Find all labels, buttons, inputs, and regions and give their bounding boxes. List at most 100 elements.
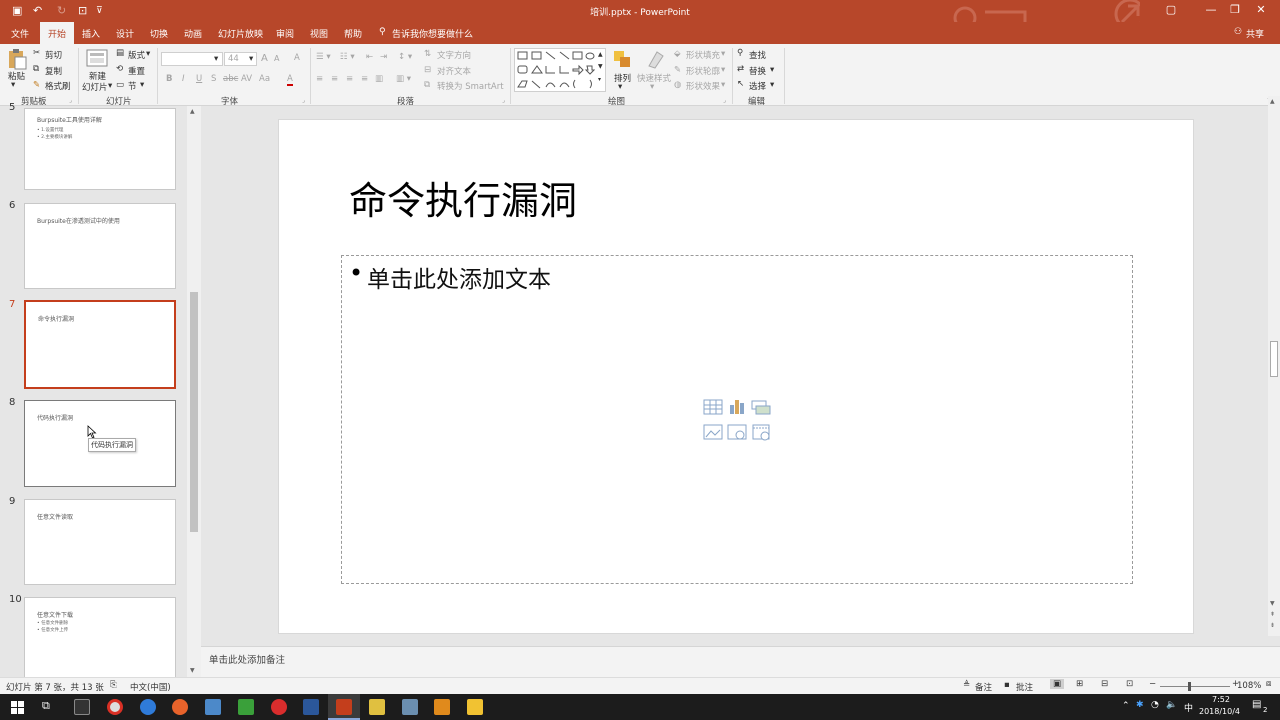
quick-styles-dropdown-icon[interactable]: ▾ — [650, 82, 654, 92]
select-icon[interactable]: ↖ — [737, 79, 744, 89]
shrink-font-icon[interactable]: A — [274, 54, 279, 63]
line-spacing-icon[interactable]: ↕ ▾ — [398, 52, 412, 62]
slideshow-icon[interactable]: ⊡ — [1126, 679, 1133, 689]
arrange-icon[interactable] — [612, 49, 632, 69]
select-dropdown-icon[interactable]: ▾ — [770, 80, 774, 90]
distributed-icon[interactable]: ▥ — [375, 74, 383, 84]
cut-button[interactable]: 剪切 — [45, 49, 62, 61]
numbering-icon[interactable]: ☷ ▾ — [340, 52, 355, 62]
zoom-slider-thumb[interactable] — [1188, 682, 1191, 691]
close-button[interactable]: ✕ — [1238, 3, 1280, 16]
comments-toggle[interactable]: 批注 — [1016, 681, 1033, 693]
chrome-app-icon[interactable] — [107, 699, 123, 715]
tell-me-search-icon[interactable]: ⚲ — [379, 27, 386, 37]
cut-icon[interactable]: ✂ — [33, 48, 40, 58]
shape-fill-dropdown-icon[interactable]: ▾ — [721, 49, 725, 59]
layout-icon[interactable]: ▤ — [116, 48, 124, 58]
shape-effects-dropdown-icon[interactable]: ▾ — [721, 80, 725, 90]
slide-canvas[interactable]: 命令执行漏洞 • 单击此处添加文本 — [278, 119, 1194, 634]
char-spacing-button[interactable]: AV — [241, 74, 252, 84]
share-icon[interactable]: ⚇ — [1234, 27, 1242, 37]
slide-thumbnail[interactable]: Burpsuite工具使用详解 • 1.设置代理 • 2.主要模块讲解 — [24, 108, 176, 190]
slide-sorter-icon[interactable]: ⊞ — [1076, 679, 1083, 689]
insert-table-icon[interactable] — [703, 399, 723, 415]
new-slide-label[interactable]: 幻灯片 — [82, 81, 108, 93]
app-icon[interactable] — [402, 699, 418, 715]
shapes-gallery-icon[interactable] — [515, 49, 596, 93]
powerpoint-app-icon[interactable] — [336, 699, 352, 715]
bluetooth-icon[interactable]: ✱ — [1136, 700, 1144, 710]
sublime-app-icon[interactable] — [434, 699, 450, 715]
slide-thumbnail[interactable]: Burpsuite在渗透测试中的使用 — [24, 203, 176, 289]
normal-view-icon[interactable]: ▣ — [1050, 679, 1065, 689]
shape-outline-dropdown-icon[interactable]: ▾ — [721, 65, 725, 75]
slide-thumbnail[interactable]: 任意文件下载 • 任意文件删除 • 任意文件上传 — [24, 597, 176, 683]
scroll-down-icon[interactable]: ▼ — [1270, 600, 1275, 607]
zoom-slider[interactable] — [1160, 686, 1230, 687]
slide-scrollbar[interactable]: ▲ ▼ ⇞ ⇟ — [1268, 96, 1280, 636]
gallery-down-icon[interactable]: ▼ — [598, 63, 603, 70]
tab-help[interactable]: 帮助 — [344, 27, 362, 40]
bullets-icon[interactable]: ☰ ▾ — [316, 52, 331, 62]
slide-title[interactable]: 命令执行漏洞 — [349, 170, 577, 225]
tab-review[interactable]: 审阅 — [276, 27, 294, 40]
section-button[interactable]: 节 — [128, 80, 137, 92]
tab-animations[interactable]: 动画 — [184, 27, 202, 40]
decrease-indent-icon[interactable]: ⇤ — [366, 52, 373, 62]
shape-outline-button[interactable]: 形状轮廓 — [686, 65, 720, 77]
insert-chart-icon[interactable] — [730, 400, 744, 414]
clock-time[interactable]: 7:52 — [1212, 695, 1230, 704]
ime-indicator[interactable]: 中 — [1184, 701, 1193, 714]
find-button[interactable]: 查找 — [749, 49, 766, 61]
tab-file[interactable]: 文件 — [11, 27, 29, 40]
word-app-icon[interactable] — [303, 699, 319, 715]
slide-thumbnail[interactable]: 代码执行漏洞 代码执行漏洞 — [24, 400, 176, 487]
insert-smartart-icon[interactable] — [751, 400, 771, 415]
shape-fill-button[interactable]: 形状填充 — [686, 49, 720, 61]
align-text-button[interactable]: 对齐文本 — [437, 65, 471, 77]
font-color-button[interactable]: A — [287, 74, 293, 86]
align-center-icon[interactable]: ≡ — [331, 74, 338, 84]
scrollbar-thumb[interactable] — [190, 292, 198, 532]
shape-fill-icon[interactable]: ⬙ — [674, 49, 681, 59]
tray-expand-icon[interactable]: ⌃ — [1122, 701, 1130, 711]
replace-button[interactable]: 替换 — [749, 65, 766, 77]
font-size-dropdown-icon[interactable]: ▾ — [249, 54, 253, 64]
shape-outline-icon[interactable]: ✎ — [674, 65, 681, 75]
slide-thumbnail[interactable]: 任意文件读取 — [24, 499, 176, 585]
font-name-dropdown-icon[interactable]: ▾ — [214, 54, 218, 64]
scrollbar-thumb[interactable] — [1270, 341, 1278, 377]
paste-dropdown-icon[interactable]: ▾ — [11, 80, 15, 90]
tab-home[interactable]: 开始 — [40, 22, 75, 44]
convert-smartart-button[interactable]: 转换为 SmartArt — [437, 80, 504, 92]
italic-button[interactable]: I — [182, 74, 185, 84]
find-icon[interactable]: ⚲ — [737, 48, 743, 58]
increase-indent-icon[interactable]: ⇥ — [380, 52, 387, 62]
font-size-field[interactable]: 44 ▾ — [224, 52, 257, 66]
previous-slide-icon[interactable]: ⇞ — [1270, 611, 1275, 618]
grow-font-icon[interactable]: A — [261, 53, 268, 64]
select-button[interactable]: 选择 — [749, 80, 766, 92]
tab-view[interactable]: 视图 — [310, 27, 328, 40]
windows-start-icon[interactable] — [11, 701, 24, 714]
tell-me-input[interactable]: 告诉我你想要做什么 — [392, 27, 473, 40]
paragraph-launcher-icon[interactable]: ⌟ — [502, 97, 505, 104]
section-icon[interactable]: ▭ — [116, 80, 124, 90]
browser-app-icon[interactable] — [140, 699, 156, 715]
underline-button[interactable]: U — [196, 74, 202, 84]
app-icon[interactable] — [369, 699, 385, 715]
body-placeholder-text[interactable]: 单击此处添加文本 — [367, 260, 551, 294]
format-painter-icon[interactable]: ✎ — [33, 80, 40, 90]
notes-toggle[interactable]: 备注 — [975, 681, 992, 693]
zoom-out-icon[interactable]: − — [1149, 679, 1156, 689]
text-shadow-button[interactable]: S — [211, 74, 216, 84]
align-right-icon[interactable]: ≡ — [346, 74, 353, 84]
arrange-button[interactable]: 排列 — [614, 72, 631, 84]
tab-design[interactable]: 设计 — [116, 27, 134, 40]
app-icon[interactable] — [205, 699, 221, 715]
paste-icon[interactable] — [6, 48, 28, 70]
tray-app-icon[interactable]: ◔ — [1151, 700, 1159, 710]
zoom-level[interactable]: 108% — [1237, 681, 1261, 691]
gallery-up-icon[interactable]: ▲ — [598, 51, 603, 58]
strikethrough-button[interactable]: abc — [223, 74, 238, 84]
